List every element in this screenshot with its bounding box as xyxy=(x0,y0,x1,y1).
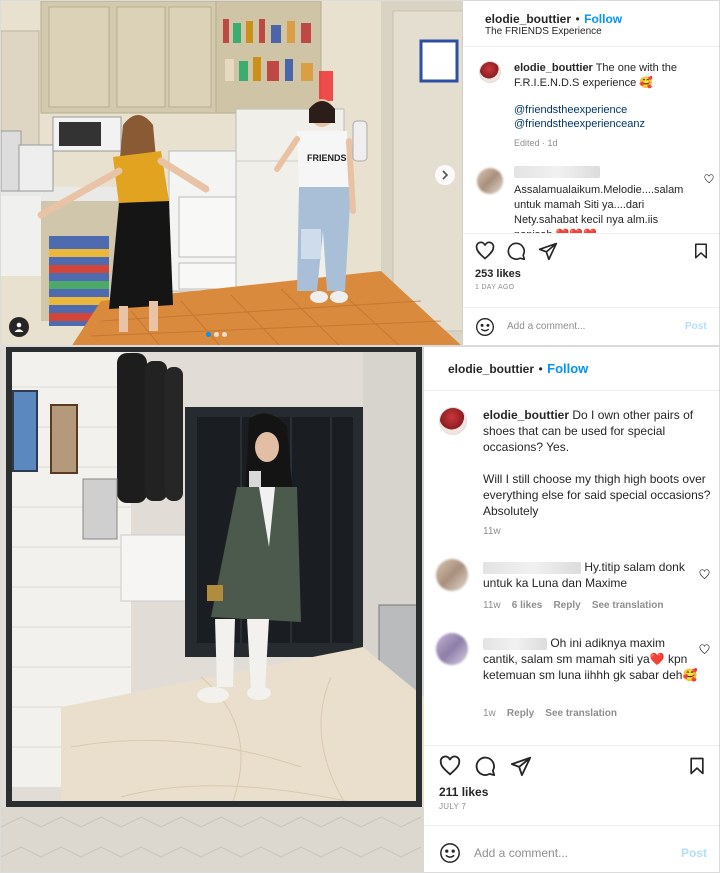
post-2-comment-2: Oh ini adiknya maxim cantik, salam sm ma… xyxy=(483,635,698,683)
blurred-commenter-name[interactable] xyxy=(514,166,600,178)
comment-2-time: 1w xyxy=(483,708,496,719)
commenter-2-avatar[interactable] xyxy=(436,633,468,665)
post-2-comment-2-meta: 1w Reply See translation xyxy=(483,708,617,719)
restroom-photo xyxy=(1,347,424,872)
post-2-action-bar xyxy=(439,755,709,779)
post-1-header: elodie_bouttier • Follow The FRIENDS Exp… xyxy=(463,1,719,47)
user-tag-icon[interactable] xyxy=(9,317,29,337)
comment-1-time: 11w xyxy=(483,600,501,611)
post-1-post-button[interactable]: Post xyxy=(685,321,707,332)
bookmark-icon[interactable] xyxy=(692,241,710,261)
post-2-username[interactable]: elodie_bouttier xyxy=(448,362,534,376)
post-1-caption-avatar[interactable] xyxy=(479,61,501,83)
kitchen-photo: FRIENDS xyxy=(1,1,463,345)
post-2-follow-button[interactable]: Follow xyxy=(547,361,588,376)
post-2-side-panel: elodie_bouttier • Follow elodie_bouttier… xyxy=(424,347,719,872)
post-1-comment-text: Assalamualaikum.Melodie....salam untuk m… xyxy=(514,184,684,233)
post-2-caption-meta: 11w xyxy=(483,526,501,537)
post-2-comment-input[interactable]: Add a comment... xyxy=(474,846,568,860)
post-2-post-button[interactable]: Post xyxy=(681,846,707,860)
separator-dot: • xyxy=(538,362,543,376)
mention-friendstheexperience[interactable]: @friendstheexperience xyxy=(514,103,627,118)
post-1-username[interactable]: elodie_bouttier xyxy=(485,12,571,26)
separator-dot: • xyxy=(575,12,580,26)
emoji-icon[interactable] xyxy=(439,842,461,864)
blurred-commenter-name[interactable] xyxy=(483,637,547,650)
mention-friendstheexperienceanz[interactable]: @friendstheexperienceanz xyxy=(514,117,645,132)
post-2-caption-text-2: Will I still choose my thigh high boots … xyxy=(483,472,711,518)
post-1-caption-username[interactable]: elodie_bouttier xyxy=(514,62,593,74)
post-1-location[interactable]: The FRIENDS Experience xyxy=(485,26,602,37)
post-1-side-panel: elodie_bouttier • Follow The FRIENDS Exp… xyxy=(463,1,719,345)
next-arrow-icon[interactable] xyxy=(435,165,455,185)
post-1-likes[interactable]: 253 likes xyxy=(475,268,521,280)
bookmark-icon[interactable] xyxy=(687,755,707,777)
blurred-commenter-name[interactable] xyxy=(483,561,581,574)
share-icon[interactable] xyxy=(538,241,558,261)
carousel-dots xyxy=(206,332,227,337)
post-1: FRIENDS elodie_bouttier • Follow The FRI… xyxy=(0,0,720,346)
post-1-date: 1 DAY AGO xyxy=(475,284,515,291)
comment-like-icon[interactable] xyxy=(704,174,714,184)
post-1-follow-button[interactable]: Follow xyxy=(584,12,622,26)
comment-1-likes[interactable]: 6 likes xyxy=(512,600,543,611)
comment-2-like-icon[interactable] xyxy=(699,644,710,655)
post-2-caption-avatar[interactable] xyxy=(439,407,467,435)
post-2-caption: elodie_bouttier Do I own other pairs of … xyxy=(483,407,713,455)
comment-icon[interactable] xyxy=(506,241,526,261)
commenter-avatar[interactable] xyxy=(477,168,503,194)
post-1-comment-input[interactable]: Add a comment... xyxy=(507,321,585,332)
post-1-action-bar xyxy=(475,241,715,263)
comment-2-reply-button[interactable]: Reply xyxy=(507,708,534,719)
post-2-comment-1-meta: 11w 6 likes Reply See translation xyxy=(483,600,664,611)
comment-1-reply-button[interactable]: Reply xyxy=(553,600,580,611)
post-1-caption: elodie_bouttier The one with the F.R.I.E… xyxy=(514,61,714,91)
post-2-header: elodie_bouttier • Follow xyxy=(424,347,719,391)
comment-2-see-translation[interactable]: See translation xyxy=(545,708,617,719)
heart-icon[interactable] xyxy=(439,755,461,777)
comment-1-see-translation[interactable]: See translation xyxy=(592,600,664,611)
emoji-icon[interactable] xyxy=(475,317,495,337)
post-2-likes[interactable]: 211 likes xyxy=(439,785,488,799)
post-1-caption-meta: Edited · 1d xyxy=(514,138,558,148)
post-2-photo[interactable] xyxy=(1,347,424,872)
post-2-comment-1: Hy.titip salam donk untuk ka Luna dan Ma… xyxy=(483,559,698,591)
comment-icon[interactable] xyxy=(474,755,496,777)
heart-icon[interactable] xyxy=(475,241,495,261)
post-2-caption-username[interactable]: elodie_bouttier xyxy=(483,408,569,422)
svg-text:FRIENDS: FRIENDS xyxy=(307,153,347,163)
post-2-date: JULY 7 xyxy=(439,802,467,811)
post-1-photo[interactable]: FRIENDS xyxy=(1,1,463,345)
comment-1-like-icon[interactable] xyxy=(699,569,710,580)
commenter-1-avatar[interactable] xyxy=(436,559,468,591)
share-icon[interactable] xyxy=(510,755,532,777)
post-2: elodie_bouttier • Follow elodie_bouttier… xyxy=(0,346,720,873)
